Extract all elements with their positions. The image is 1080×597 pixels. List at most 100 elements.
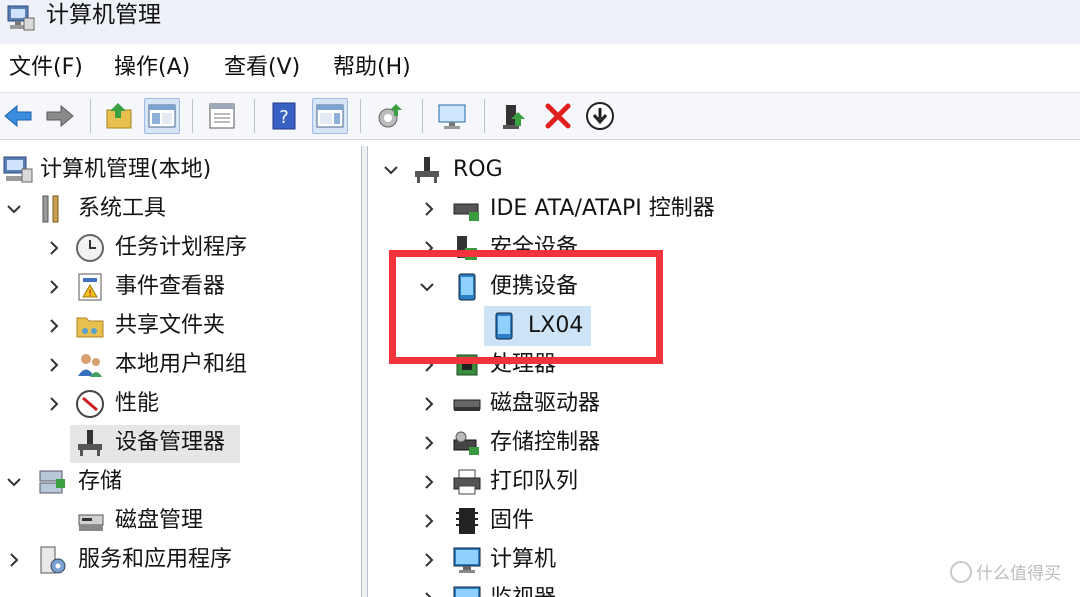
monitor-icon[interactable] [434,98,470,134]
device-category-print-queues[interactable]: 打印队列 [369,464,1080,500]
device-tree-label: 打印队列 [490,469,579,494]
computer-monitor-icon [453,547,481,573]
chevron-right-icon[interactable] [44,355,64,375]
show-action-pane-icon[interactable] [312,98,348,134]
device-category-portable[interactable]: 便携设备 [369,269,1080,305]
tree-item-computer-management[interactable]: 计算机管理(本地) [0,152,361,188]
properties-icon[interactable] [204,98,240,134]
device-category-security[interactable]: 安全设备 [369,230,1080,266]
chevron-right-icon[interactable] [419,355,439,375]
processor-icon [456,354,478,376]
tree-item-storage[interactable]: 存储 [0,464,361,500]
tree-item-label: 存储 [78,469,123,494]
chevron-right-icon[interactable] [419,433,439,453]
event-viewer-icon: ! [78,273,102,301]
chevron-right-icon[interactable] [44,277,64,297]
disable-device-icon[interactable] [582,98,618,134]
device-tree-label: 磁盘驱动器 [490,391,601,416]
shared-folder-icon [76,317,104,338]
ide-controller-icon [453,203,479,221]
tree-item-label: 性能 [115,391,160,416]
chevron-right-icon[interactable] [44,238,64,258]
tree-item-event-viewer[interactable]: ! 事件查看器 [0,269,361,305]
tree-item-device-manager[interactable]: 设备管理器 [0,425,361,463]
computer-management-icon [3,156,33,183]
back-arrow-icon[interactable] [0,98,36,134]
portable-device-icon [495,312,513,340]
device-category-processor[interactable]: 处理器 [369,347,1080,383]
device-category-ide[interactable]: IDE ATA/ATAPI 控制器 [369,191,1080,227]
tree-item-label: 服务和应用程序 [78,547,233,572]
chevron-right-icon[interactable] [419,511,439,531]
scan-hardware-icon[interactable] [372,98,408,134]
clock-icon [76,234,104,262]
users-icon [78,354,102,377]
chevron-down-icon[interactable] [4,472,24,492]
chevron-right-icon[interactable] [419,238,439,258]
forward-arrow-icon[interactable] [42,98,78,134]
chevron-right-icon[interactable] [419,199,439,219]
title-bar: 计算机管理 [0,0,1080,44]
up-folder-icon[interactable] [102,98,138,134]
tree-item-disk-management[interactable]: 磁盘管理 [0,503,361,539]
tree-item-shared-folders[interactable]: 共享文件夹 [0,308,361,344]
menu-view[interactable]: 查看(V) [224,54,300,82]
disk-management-icon [78,514,104,531]
device-lx04[interactable]: LX04 [369,306,1080,346]
chevron-down-icon[interactable] [381,160,401,180]
printer-icon [453,469,481,495]
pane-splitter[interactable] [362,146,368,597]
tree-item-task-scheduler[interactable]: 任务计划程序 [0,230,361,266]
firmware-chip-icon [456,508,478,534]
svg-text:?: ? [279,107,289,128]
help-icon[interactable]: ? [266,98,302,134]
navigation-tree: 计算机管理(本地) 系统工具 任务计划程序 ! 事件查看器 共享文件夹 本地用户… [0,146,362,597]
tree-item-label: 计算机管理(本地) [40,157,212,182]
device-tree-label: 计算机 [490,547,557,572]
chevron-right-icon[interactable] [419,394,439,414]
chevron-right-icon[interactable] [419,472,439,492]
storage-controller-icon [453,431,479,455]
tree-item-label: 任务计划程序 [115,235,248,260]
show-tree-icon[interactable] [144,98,180,134]
menu-file[interactable]: 文件(F) [9,54,83,82]
device-tree: ROG IDE ATA/ATAPI 控制器 安全设备 便携设备 LX04 处理器… [369,146,1080,597]
tree-item-local-users[interactable]: 本地用户和组 [0,347,361,383]
chevron-right-icon[interactable] [4,550,24,570]
watermark-logo-icon [950,561,972,583]
monitor-device-icon [453,586,481,597]
disk-drive-icon [453,399,481,411]
svg-text:!: ! [88,289,92,299]
chevron-right-icon[interactable] [44,394,64,414]
tree-item-services-apps[interactable]: 服务和应用程序 [0,542,361,578]
chevron-down-icon[interactable] [4,199,24,219]
security-device-icon [457,236,477,260]
menu-help[interactable]: 帮助(H) [333,54,411,82]
services-icon [40,546,66,574]
device-tree-label: 监视器 [490,584,556,597]
device-category-disk-drives[interactable]: 磁盘驱动器 [369,386,1080,422]
device-tree-label: 安全设备 [490,235,579,260]
computer-icon [415,157,439,183]
chevron-down-icon[interactable] [417,277,437,297]
device-tree-root[interactable]: ROG [369,152,1080,188]
device-tree-label: 便携设备 [490,274,579,299]
device-tree-label: 处理器 [490,352,557,377]
tree-item-label: 磁盘管理 [115,508,204,533]
device-category-storage-controllers[interactable]: 存储控制器 [369,425,1080,461]
device-tree-label: 存储控制器 [490,430,601,455]
tree-item-performance[interactable]: 性能 [0,386,361,422]
device-category-firmware[interactable]: 固件 [369,503,1080,539]
tree-item-system-tools[interactable]: 系统工具 [0,191,361,227]
uninstall-icon[interactable] [540,98,576,134]
device-tree-label: IDE ATA/ATAPI 控制器 [490,196,715,221]
update-driver-icon[interactable] [496,98,532,134]
chevron-right-icon[interactable] [419,589,439,597]
device-manager-icon [78,430,102,456]
watermark: 什么值得买 [950,561,1061,586]
tree-item-label: 事件查看器 [115,274,226,299]
chevron-right-icon[interactable] [419,550,439,570]
menu-action[interactable]: 操作(A) [114,54,190,82]
device-tree-label: 固件 [490,508,535,533]
chevron-right-icon[interactable] [44,316,64,336]
